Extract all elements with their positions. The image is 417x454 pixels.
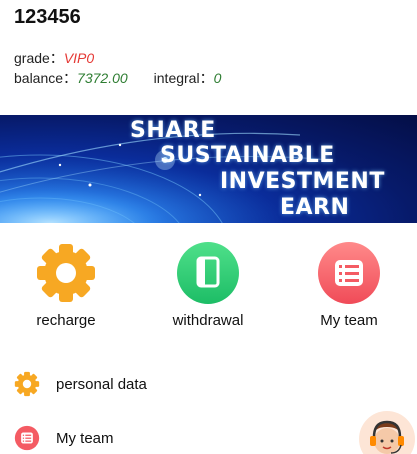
menu-item-label: My team: [56, 429, 114, 447]
withdrawal-label: withdrawal: [172, 312, 244, 329]
book-icon: [177, 242, 239, 304]
username: 123456: [14, 6, 81, 28]
banner-line-4: EARN: [280, 195, 350, 220]
banner-line-3: INVESTMENT: [220, 169, 385, 194]
list-icon: [318, 242, 380, 304]
menu-item-my-team[interactable]: My team: [14, 424, 354, 452]
gear-icon: [14, 371, 40, 397]
banner-line-2: SUSTAINABLE: [160, 143, 335, 168]
list-icon: [14, 425, 40, 451]
menu-item-label: personal data: [56, 375, 147, 393]
recharge-button[interactable]: recharge: [11, 242, 121, 329]
integral-label: integral：: [153, 70, 214, 86]
my-team-label: My team: [320, 312, 378, 329]
balance-label: balance：: [14, 70, 78, 86]
recharge-label: recharge: [36, 312, 96, 329]
grade-label: grade：: [14, 50, 64, 66]
grade-value: VIP0: [63, 50, 95, 66]
integral-value: 0: [213, 70, 222, 86]
balance-row: balance：7372.00 integral：0: [14, 68, 221, 88]
banner-line-1: SHARE: [130, 118, 216, 143]
withdrawal-button[interactable]: withdrawal: [153, 242, 263, 329]
my-team-button[interactable]: My team: [294, 242, 404, 329]
balance-value: 7372.00: [77, 70, 128, 86]
customer-service-button[interactable]: [359, 411, 415, 454]
menu-item-personal-data[interactable]: personal data: [14, 370, 354, 398]
gear-icon: [35, 242, 97, 304]
customer-service-icon: [370, 420, 404, 454]
grade-row: grade：VIP0: [14, 48, 94, 68]
